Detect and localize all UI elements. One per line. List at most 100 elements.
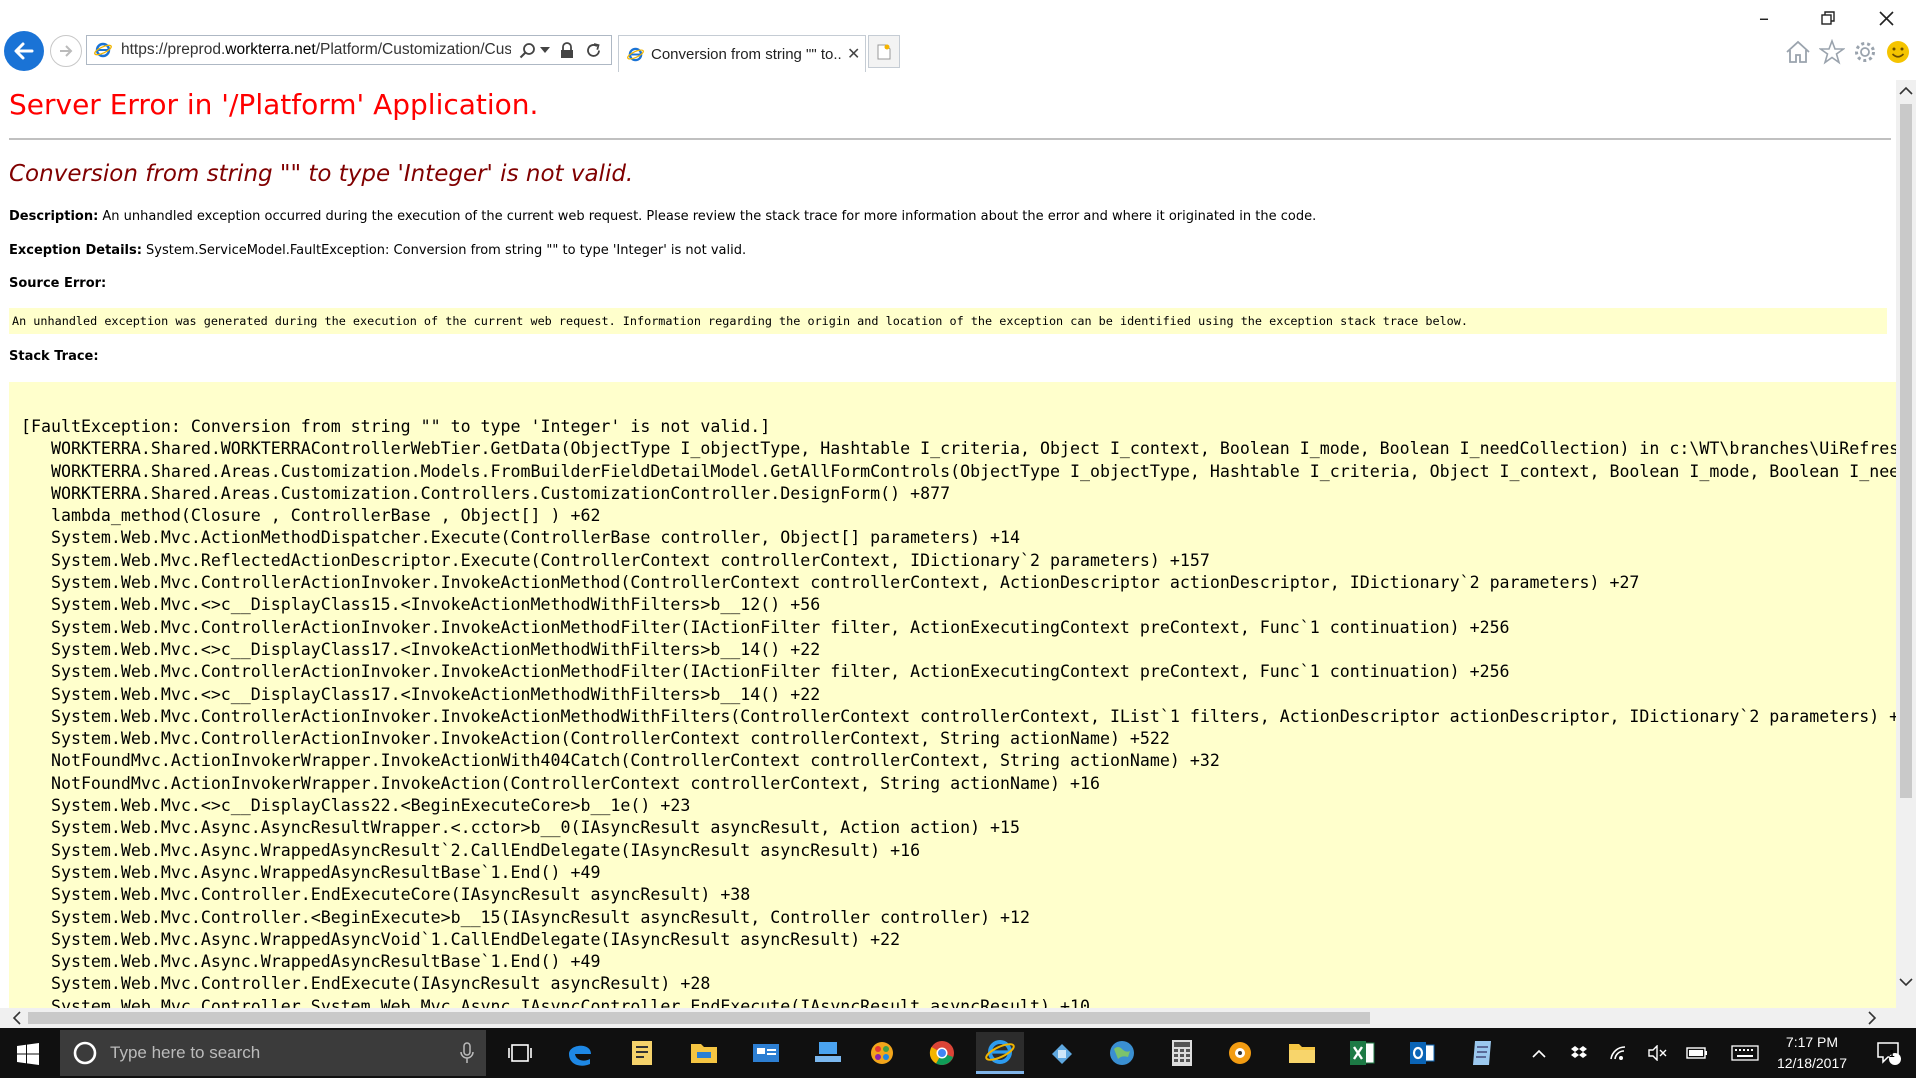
start-button[interactable] [8, 1036, 48, 1072]
new-tab-button[interactable] [868, 35, 900, 68]
scroll-right-icon[interactable] [1862, 1008, 1882, 1028]
taskbar-clock[interactable]: 7:17 PM 12/18/2017 [1760, 1032, 1864, 1074]
stack-trace-line: System.Web.Mvc.ControllerActionInvoker.I… [21, 617, 1510, 637]
stack-trace-label: Stack Trace: [9, 349, 99, 364]
forward-button[interactable] [50, 35, 82, 67]
stack-trace-line: System.Web.Mvc.ReflectedActionDescriptor… [21, 550, 1210, 570]
source-error-text: An unhandled exception was generated dur… [12, 314, 1468, 328]
notification-count: 1 [1889, 1049, 1895, 1060]
outlook-icon[interactable] [1398, 1032, 1446, 1074]
stack-trace-line: WORKTERRA.Shared.Areas.Customization.Mod… [21, 461, 1896, 481]
stack-trace-line: System.Web.Mvc.ControllerActionInvoker.I… [21, 706, 1896, 726]
url-path: /Platform/Customization/Cust [315, 41, 511, 58]
stack-trace-line: System.Web.Mvc.ActionMethodDispatcher.Ex… [21, 528, 1021, 548]
stack-trace-line: System.Web.Mvc.ControllerActionInvoker.I… [21, 729, 1170, 749]
stack-trace-line: System.Web.Mvc.Controller.System.Web.Mvc… [21, 996, 1090, 1008]
keyboard-icon[interactable] [1730, 1042, 1760, 1064]
back-arrow-icon [14, 42, 34, 60]
network-share-icon[interactable] [804, 1032, 852, 1074]
scroll-left-icon[interactable] [6, 1008, 26, 1028]
back-button[interactable] [4, 31, 44, 71]
action-center-button[interactable]: 1 [1874, 1038, 1904, 1068]
tab-title: Conversion from string "" to... [651, 45, 843, 63]
source-error-label: Source Error: [9, 276, 107, 291]
stack-trace-line: NotFoundMvc.ActionInvokerWrapper.InvokeA… [21, 751, 1220, 771]
source-error-box: An unhandled exception was generated dur… [9, 308, 1887, 334]
restore-button[interactable] [1808, 4, 1848, 32]
refresh-icon[interactable] [583, 37, 603, 63]
globe-icon[interactable] [1098, 1032, 1146, 1074]
search-icon[interactable] [517, 37, 537, 63]
excel-icon[interactable] [1338, 1032, 1386, 1074]
file-viewer-icon[interactable] [618, 1032, 666, 1074]
error-subtitle: Conversion from string "" to type 'Integ… [9, 161, 634, 187]
dropbox-icon[interactable] [1568, 1042, 1590, 1064]
battery-icon[interactable] [1686, 1042, 1708, 1064]
minimize-icon: – [1759, 6, 1769, 30]
task-view-icon[interactable] [496, 1032, 544, 1074]
edge-icon[interactable] [556, 1032, 604, 1074]
tab-close-icon[interactable]: ✕ [847, 44, 860, 64]
stack-trace-heading: Stack Trace: [9, 349, 99, 364]
notepad-icon[interactable] [1458, 1032, 1506, 1074]
stack-trace-line: NotFoundMvc.ActionInvokerWrapper.InvokeA… [21, 773, 1100, 793]
volume-muted-icon[interactable] [1646, 1042, 1668, 1064]
stack-trace-line: System.Web.Mvc.<>c__DisplayClass15.<Invo… [21, 595, 821, 615]
stack-trace-line: System.Web.Mvc.ControllerActionInvoker.I… [21, 573, 1640, 593]
chrome-icon[interactable] [918, 1032, 966, 1074]
taskbar-search-box[interactable]: Type here to search [60, 1030, 486, 1076]
outlook-card-icon[interactable] [742, 1032, 790, 1074]
scroll-up-icon[interactable] [1896, 80, 1916, 100]
file-explorer-icon[interactable] [680, 1032, 728, 1074]
source-error-heading: Source Error: [9, 276, 106, 291]
vertical-scroll-thumb[interactable] [1900, 104, 1912, 798]
ie-tab-icon [625, 44, 645, 64]
vertical-scrollbar[interactable] [1896, 80, 1916, 1008]
show-hidden-icons-icon[interactable] [1528, 1042, 1550, 1064]
clock-time: 7:17 PM [1785, 1034, 1839, 1050]
stack-trace-line: System.Web.Mvc.<>c__DisplayClass22.<Begi… [21, 796, 691, 816]
stack-trace-line: System.Web.Mvc.Async.WrappedAsyncVoid`1.… [21, 929, 901, 949]
paint-icon[interactable] [858, 1032, 906, 1074]
stack-trace-line: System.Web.Mvc.Async.WrappedAsyncResultB… [21, 952, 601, 972]
close-window-button[interactable] [1866, 4, 1906, 32]
home-icon[interactable] [1784, 38, 1812, 66]
media-player-icon[interactable] [1216, 1032, 1264, 1074]
horizontal-scrollbar[interactable] [0, 1008, 1896, 1028]
exception-text: System.ServiceModel.FaultException: Conv… [141, 243, 747, 258]
ie-page-icon [91, 38, 115, 62]
restore-icon [1821, 11, 1835, 25]
address-url[interactable]: https://preprod.workterra.net/Platform/C… [121, 41, 511, 59]
stack-trace-line: System.Web.Mvc.Controller.<BeginExecute>… [21, 907, 1031, 927]
stack-trace-line: WORKTERRA.Shared.WORKTERRAControllerWebT… [21, 439, 1896, 459]
favorites-star-icon[interactable] [1818, 38, 1846, 66]
scrollbar-corner [1896, 1008, 1916, 1028]
stack-trace-line: System.Web.Mvc.Async.WrappedAsyncResultB… [21, 862, 601, 882]
close-icon [1878, 10, 1894, 26]
address-bar[interactable]: https://preprod.workterra.net/Platform/C… [86, 35, 612, 65]
forward-arrow-icon [60, 45, 73, 57]
search-placeholder: Type here to search [110, 1043, 261, 1062]
feedback-smiley-icon[interactable] [1884, 38, 1912, 66]
horizontal-scroll-thumb[interactable] [28, 1012, 1370, 1024]
stack-trace-line: System.Web.Mvc.ControllerActionInvoker.I… [21, 662, 1510, 682]
new-tab-icon [877, 44, 891, 59]
minimize-button[interactable]: – [1744, 4, 1784, 32]
microphone-icon[interactable] [460, 1042, 474, 1064]
lock-icon[interactable] [557, 37, 577, 63]
description-line: Description: An unhandled exception occu… [9, 209, 1316, 224]
page-title: Server Error in '/Platform' Application. [9, 88, 539, 121]
scroll-down-icon[interactable] [1896, 972, 1916, 992]
stack-trace-line: lambda_method(Closure , ControllerBase ,… [21, 506, 601, 526]
wifi-icon[interactable] [1608, 1042, 1630, 1064]
remote-desktop-icon[interactable] [1038, 1032, 1086, 1074]
settings-gear-icon[interactable] [1851, 38, 1879, 66]
page-content: Server Error in '/Platform' Application.… [0, 80, 1896, 1008]
dropdown-arrow-icon[interactable] [539, 37, 551, 63]
tab-active[interactable]: Conversion from string "" to... ✕ [618, 35, 866, 72]
internet-explorer-taskbar-icon[interactable] [976, 1032, 1024, 1074]
calculator-icon[interactable] [1158, 1032, 1206, 1074]
folder-icon[interactable] [1278, 1032, 1326, 1074]
windows-logo-icon [17, 1043, 39, 1065]
url-host: workterra.net [225, 41, 316, 58]
